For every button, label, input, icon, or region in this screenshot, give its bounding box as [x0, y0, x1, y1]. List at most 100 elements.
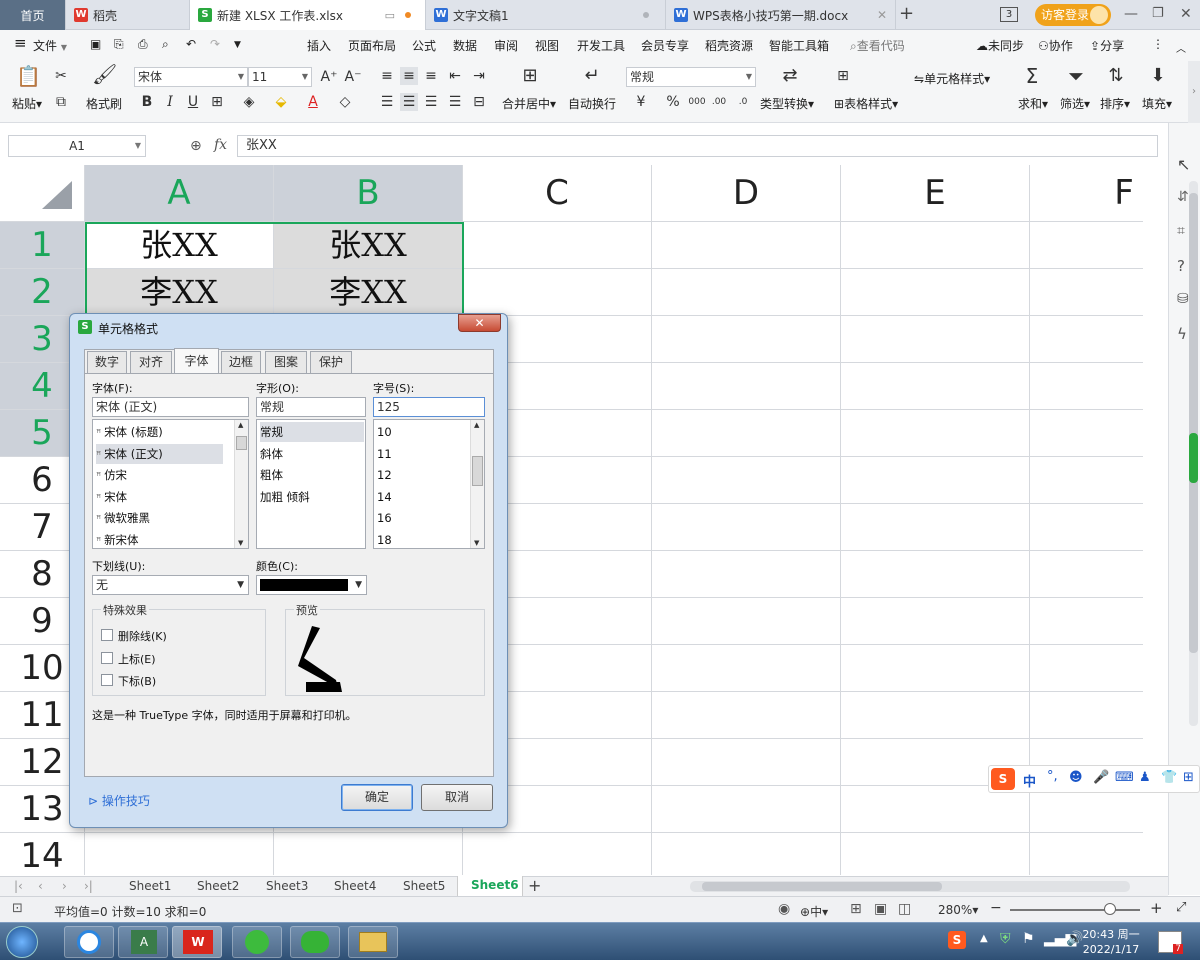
- column-header-a[interactable]: A: [85, 165, 274, 222]
- number-format-select[interactable]: 常规 ▼: [626, 67, 756, 87]
- column-header-d[interactable]: D: [652, 165, 841, 222]
- scroll-down-icon[interactable]: ▼: [474, 539, 479, 547]
- list-item[interactable]: 加粗 倾斜: [260, 487, 364, 507]
- distributed-icon[interactable]: ⊟: [470, 93, 488, 111]
- keyboard-icon[interactable]: ⌨: [1115, 770, 1134, 785]
- clear-format-icon[interactable]: ◇: [336, 93, 354, 111]
- cut-icon[interactable]: ✂: [52, 67, 70, 85]
- save-icon[interactable]: ▣: [90, 37, 101, 51]
- font-list-scrollbar[interactable]: ▲ ▼: [234, 420, 248, 548]
- sheet-tab-active[interactable]: Sheet6: [457, 876, 523, 896]
- menu-formula[interactable]: 公式: [412, 37, 436, 54]
- wrap-text-icon[interactable]: ↵: [580, 67, 604, 85]
- notification-icon[interactable]: 7: [1158, 931, 1183, 954]
- conditional-format-icon[interactable]: ⊞: [834, 67, 852, 85]
- column-header-c[interactable]: C: [463, 165, 652, 222]
- list-item[interactable]: 16: [377, 508, 467, 528]
- column-header-b[interactable]: B: [274, 165, 463, 222]
- more-icon[interactable]: ⋮: [1152, 37, 1164, 51]
- taskbar-wechat[interactable]: [290, 926, 340, 958]
- tab-xlsx[interactable]: S 新建 XLSX 工作表.xlsx ▭: [190, 0, 426, 30]
- menu-review[interactable]: 审阅: [494, 37, 518, 54]
- restore-icon[interactable]: ❐: [1152, 6, 1164, 21]
- tray-shield-icon[interactable]: ⛨: [1000, 931, 1011, 947]
- export-pdf-icon[interactable]: ⎘: [114, 37, 124, 52]
- list-item[interactable]: 常规: [260, 422, 364, 442]
- list-item[interactable]: 12: [377, 465, 467, 485]
- tray-expand-icon[interactable]: ▲: [980, 933, 988, 944]
- zoom-out-icon[interactable]: −: [990, 900, 1002, 916]
- name-box[interactable]: A1 ▼: [8, 135, 146, 157]
- tab-protection[interactable]: 保护: [310, 351, 352, 373]
- zoom-in-icon[interactable]: +: [1150, 899, 1163, 917]
- font-color-icon[interactable]: A: [304, 93, 322, 111]
- macro-icon[interactable]: ⊡: [12, 901, 23, 916]
- menu-view[interactable]: 视图: [535, 37, 559, 54]
- thousands-icon[interactable]: 000: [688, 93, 706, 111]
- new-tab-plus-icon[interactable]: +: [899, 3, 914, 24]
- list-item[interactable]: 14: [377, 487, 467, 507]
- tips-link[interactable]: ⊳ 操作技巧: [88, 792, 150, 809]
- clock-time[interactable]: 20:43 周一: [1078, 926, 1144, 942]
- guest-login-button[interactable]: 访客登录: [1035, 4, 1111, 26]
- window-close-icon[interactable]: ✕: [1180, 6, 1192, 22]
- list-item[interactable]: ꟸ 宋体: [96, 487, 223, 507]
- copy-icon[interactable]: ⧉: [52, 93, 70, 111]
- close-icon[interactable]: ✕: [877, 8, 887, 22]
- select-all-corner[interactable]: [0, 165, 85, 222]
- paste-icon[interactable]: 📋: [16, 66, 41, 91]
- cell-b1[interactable]: 张XX: [274, 222, 463, 269]
- formula-input[interactable]: 张XX: [237, 135, 1158, 157]
- tab-doc2[interactable]: W WPS表格小技巧第一期.docx ✕: [666, 0, 896, 30]
- highlight-icon[interactable]: ⬙: [272, 93, 290, 111]
- pin-icon[interactable]: ▭: [385, 9, 395, 22]
- column-header-f[interactable]: F: [1030, 165, 1143, 222]
- clock-date[interactable]: 2022/1/17: [1078, 943, 1144, 956]
- column-header-e[interactable]: E: [841, 165, 1030, 222]
- lightning-icon[interactable]: ϟ: [1177, 325, 1187, 343]
- share-button[interactable]: ⇪分享: [1090, 37, 1124, 54]
- merge-center-button[interactable]: 合并居中▾: [502, 95, 556, 112]
- emoji-icon[interactable]: ☻: [1069, 770, 1083, 785]
- merge-center-icon[interactable]: ⊞: [518, 67, 542, 85]
- align-left-icon[interactable]: ☰: [378, 93, 396, 111]
- list-item[interactable]: ꟸ 宋体 (正文): [96, 443, 224, 464]
- align-top-icon[interactable]: ≡: [378, 67, 396, 85]
- menu-page-layout[interactable]: 页面布局: [348, 37, 396, 54]
- taskbar-app[interactable]: A: [118, 926, 168, 958]
- cancel-button[interactable]: 取消: [421, 784, 493, 811]
- taskbar-explorer[interactable]: [348, 926, 398, 958]
- horizontal-scrollbar[interactable]: [690, 881, 1130, 892]
- microphone-icon[interactable]: 🎤: [1093, 770, 1109, 785]
- tab-font[interactable]: 字体: [174, 348, 219, 373]
- size-list[interactable]: ▲ ▼ 10 11 12 14 16 18: [373, 419, 485, 549]
- align-bottom-icon[interactable]: ≡: [422, 67, 440, 85]
- font-name-select[interactable]: 宋体 ▼: [134, 67, 248, 87]
- sort-button[interactable]: 排序▾: [1100, 95, 1130, 112]
- tab-alignment[interactable]: 对齐: [130, 351, 172, 373]
- sheet-tab-3[interactable]: Sheet3: [266, 879, 308, 893]
- sheet-tab-1[interactable]: Sheet1: [129, 879, 171, 893]
- add-sheet-icon[interactable]: +: [528, 876, 541, 895]
- hamburger-icon[interactable]: ≡: [14, 34, 27, 52]
- next-sheet-icon[interactable]: ›: [62, 879, 67, 893]
- eye-protection-icon[interactable]: ◉: [778, 901, 790, 917]
- tab-pattern[interactable]: 图案: [265, 351, 307, 373]
- cell-a2[interactable]: 李XX: [85, 269, 274, 316]
- list-item[interactable]: ꟸ 仿宋: [96, 465, 223, 485]
- scroll-up-icon[interactable]: ▲: [474, 421, 479, 429]
- justify-icon[interactable]: ☰: [446, 93, 464, 111]
- indent-decrease-icon[interactable]: ⇤: [446, 67, 464, 85]
- center-view-button[interactable]: ⊕中▾: [800, 903, 828, 920]
- row-header-1[interactable]: 1: [0, 222, 85, 269]
- subscript-checkbox[interactable]: [101, 674, 113, 686]
- menu-data[interactable]: 数据: [453, 37, 477, 54]
- redo-icon[interactable]: ↷: [210, 37, 220, 51]
- cell-b2[interactable]: 李XX: [274, 269, 463, 316]
- zoom-slider[interactable]: [1010, 909, 1140, 911]
- filter-button[interactable]: 筛选▾: [1060, 95, 1090, 112]
- list-item[interactable]: ꟸ 新宋体: [96, 530, 223, 548]
- tray-sogou-icon[interactable]: S: [948, 931, 966, 949]
- color-select[interactable]: ▼: [256, 575, 367, 595]
- style-input[interactable]: 常规: [256, 397, 366, 417]
